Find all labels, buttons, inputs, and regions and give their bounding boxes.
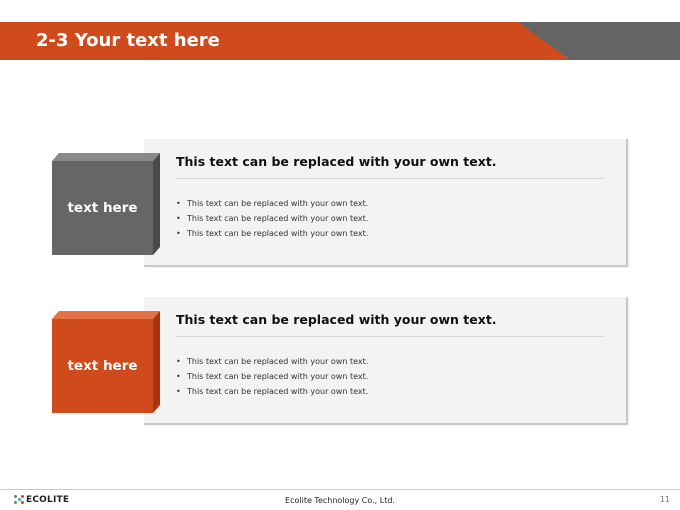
content-block-1: This text can be replaced with your own …	[52, 139, 630, 269]
list-item: This text can be replaced with your own …	[176, 354, 368, 369]
box-side-face	[153, 311, 160, 413]
box-label: text here	[52, 161, 153, 255]
header-band: 2-3 Your text here	[0, 22, 680, 60]
bullet-list: This text can be replaced with your own …	[176, 354, 368, 399]
list-item: This text can be replaced with your own …	[176, 196, 368, 211]
panel-heading: This text can be replaced with your own …	[176, 312, 497, 327]
list-item: This text can be replaced with your own …	[176, 369, 368, 384]
panel-divider	[176, 336, 604, 337]
list-item: This text can be replaced with your own …	[176, 211, 368, 226]
text-panel-2: This text can be replaced with your own …	[144, 297, 628, 425]
text-panel-1: This text can be replaced with your own …	[144, 139, 628, 267]
panel-divider	[176, 178, 604, 179]
page-number: 11	[659, 495, 670, 504]
page-title: 2-3 Your text here	[36, 30, 220, 51]
footer-divider	[0, 489, 680, 490]
bullet-list: This text can be replaced with your own …	[176, 196, 368, 241]
label-box-orange: text here	[52, 311, 160, 413]
panel-heading: This text can be replaced with your own …	[176, 154, 497, 169]
box-label: text here	[52, 319, 153, 413]
list-item: This text can be replaced with your own …	[176, 384, 368, 399]
company-name: Ecolite Technology Co., Ltd.	[285, 496, 395, 505]
label-box-gray: text here	[52, 153, 160, 255]
box-top-face	[52, 311, 160, 319]
box-side-face	[153, 153, 160, 255]
list-item: This text can be replaced with your own …	[176, 226, 368, 241]
content-block-2: This text can be replaced with your own …	[52, 297, 630, 427]
box-top-face	[52, 153, 160, 161]
